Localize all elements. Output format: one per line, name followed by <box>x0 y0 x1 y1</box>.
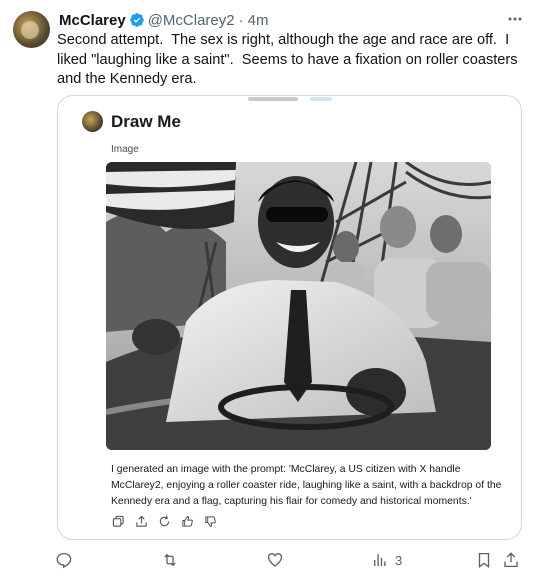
thumbs-down-icon[interactable] <box>203 514 217 528</box>
share-icon <box>504 552 518 568</box>
verified-badge-icon <box>129 12 145 28</box>
reply-button[interactable] <box>55 550 73 570</box>
timestamp[interactable]: 4m <box>248 12 269 29</box>
cropped-header-strip <box>58 96 521 102</box>
views-count: 3 <box>395 552 403 568</box>
display-name[interactable]: McClarey <box>59 12 126 29</box>
card-caption: I generated an image with the prompt: 'M… <box>111 464 502 507</box>
views-button[interactable]: 3 <box>371 550 402 570</box>
like-button[interactable] <box>266 550 284 570</box>
tweet-action-bar: 3 <box>55 548 525 574</box>
retweet-button[interactable] <box>161 550 179 570</box>
thumbs-up-icon[interactable] <box>180 514 194 528</box>
card-avatar <box>82 111 103 132</box>
more-icon[interactable] <box>506 10 524 28</box>
embedded-image-card[interactable]: Draw Me Image I generated an image with … <box>57 95 522 540</box>
avatar[interactable] <box>13 11 50 48</box>
reply-icon <box>56 552 72 569</box>
retweet-icon <box>164 553 176 567</box>
views-icon <box>374 554 386 566</box>
share-icon[interactable] <box>134 514 148 528</box>
share-button[interactable] <box>502 550 520 570</box>
card-title: Draw Me <box>111 112 181 131</box>
card-action-row <box>111 514 217 528</box>
handle[interactable]: @McClarey2 <box>148 12 235 29</box>
regenerate-icon[interactable] <box>157 514 171 528</box>
tweet-text: Second attempt. The sex is right, althou… <box>57 32 522 87</box>
card-subtitle: Image <box>111 144 139 155</box>
bookmark-button[interactable] <box>475 550 493 570</box>
bookmark-icon <box>478 552 490 569</box>
tweet-header: McClarey @McClarey2 · 4m <box>59 10 522 30</box>
copy-icon[interactable] <box>111 514 125 528</box>
like-icon <box>267 553 283 567</box>
separator: · <box>238 11 244 29</box>
generated-photo[interactable] <box>106 162 491 450</box>
